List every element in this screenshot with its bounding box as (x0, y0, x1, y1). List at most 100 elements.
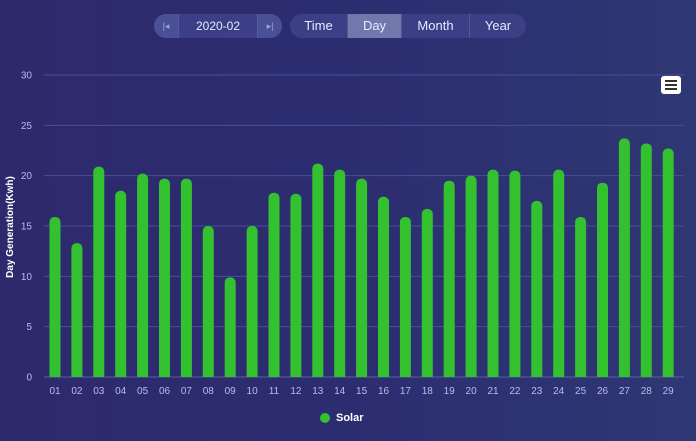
bar-base-12 (290, 372, 302, 377)
bar-base-14 (334, 372, 346, 377)
bar-03[interactable] (93, 166, 105, 377)
bar-15[interactable] (356, 178, 368, 377)
y-tick-label: 15 (21, 222, 33, 233)
y-tick-label: 25 (21, 121, 33, 132)
chart-area: 051015202530 01 02 03 04 05 06 07 08 09 10 11 12 13 1… (5, 71, 684, 397)
x-tick-label: 07 (181, 386, 193, 397)
y-tick-label: 5 (26, 322, 32, 333)
bar-base-01 (49, 372, 61, 377)
bar-base-19 (443, 372, 455, 377)
x-tick-label: 02 (71, 386, 83, 397)
bar-base-09 (224, 372, 236, 377)
bar-28[interactable] (640, 143, 652, 377)
bar-base-02 (71, 372, 83, 377)
x-tick-label: 10 (247, 386, 259, 397)
bar-26[interactable] (597, 182, 608, 377)
bar-base-20 (465, 372, 477, 377)
bar-base-28 (640, 372, 652, 377)
bar-base-16 (378, 372, 389, 377)
legend-swatch (320, 413, 330, 423)
bar-20[interactable] (465, 175, 477, 377)
bar-04[interactable] (115, 190, 127, 377)
x-tick-label: 19 (444, 386, 456, 397)
x-tick-label: 24 (553, 386, 565, 397)
y-axis-label: Day Generation(Kwh) (5, 176, 16, 278)
bar-base-15 (356, 372, 368, 377)
bar-base-22 (509, 372, 521, 377)
legend[interactable]: Solar (320, 411, 364, 425)
x-tick-label: 21 (487, 386, 499, 397)
x-tick-label: 06 (159, 386, 171, 397)
bar-02[interactable] (71, 243, 83, 377)
bar-05[interactable] (137, 173, 149, 377)
bar-22[interactable] (509, 170, 521, 377)
bar-base-13 (312, 372, 324, 377)
bar-base-03 (93, 372, 105, 377)
bar-13[interactable] (312, 163, 324, 377)
x-tick-label: 23 (531, 386, 543, 397)
bar-16[interactable] (378, 196, 389, 377)
x-tick-label: 16 (378, 386, 390, 397)
bar-25[interactable] (575, 216, 587, 377)
bar-base-23 (531, 372, 543, 377)
x-tick-label: 13 (312, 386, 324, 397)
x-tick-label: 26 (597, 386, 609, 397)
bar-06[interactable] (159, 178, 170, 377)
bar-base-11 (268, 372, 280, 377)
bar-base-29 (662, 372, 674, 377)
bar-18[interactable] (421, 208, 433, 377)
bar-23[interactable] (531, 200, 543, 377)
bar-base-24 (553, 372, 565, 377)
bar-base-10 (246, 372, 258, 377)
bar-base-08 (202, 372, 214, 377)
legend-label: Solar (336, 412, 364, 424)
bar-10[interactable] (246, 226, 258, 377)
x-tick-label: 29 (663, 386, 675, 397)
x-tick-label: 05 (137, 386, 149, 397)
x-tick-label: 27 (619, 386, 631, 397)
y-axis-ticks: 0 5 10 15 20 25 30 (21, 71, 33, 384)
bar-29[interactable] (662, 148, 674, 377)
x-tick-label: 22 (509, 386, 521, 397)
bar-17[interactable] (399, 216, 411, 377)
bar-12[interactable] (290, 193, 302, 377)
bar-base-17 (399, 372, 411, 377)
x-tick-label: 12 (290, 386, 302, 397)
y-tick-label: 20 (21, 171, 33, 182)
x-tick-label: 18 (422, 386, 434, 397)
x-axis-ticks: 01 02 03 04 05 06 07 08 09 10 11 12 13 14 15 16 17 18 19 20… (49, 386, 674, 397)
x-tick-label: 14 (334, 386, 346, 397)
bar-11[interactable] (268, 192, 280, 377)
bar-base-07 (180, 372, 192, 377)
bar-base-05 (137, 372, 149, 377)
x-tick-label: 03 (93, 386, 105, 397)
x-tick-label: 04 (115, 386, 127, 397)
bar-base-06 (159, 372, 170, 377)
bar-base-27 (618, 372, 630, 377)
bar-base-21 (487, 372, 499, 377)
y-tick-label: 0 (26, 373, 32, 384)
bar-09[interactable] (224, 277, 236, 377)
x-tick-label: 11 (269, 386, 280, 397)
bar-base-26 (597, 372, 608, 377)
bar-21[interactable] (487, 169, 499, 377)
bar-series (49, 138, 674, 377)
x-tick-label: 09 (225, 386, 237, 397)
y-tick-label: 10 (21, 272, 33, 283)
x-tick-label: 08 (203, 386, 215, 397)
bar-08[interactable] (202, 226, 214, 377)
x-tick-label: 17 (400, 386, 412, 397)
x-tick-label: 01 (49, 386, 61, 397)
x-tick-label: 28 (641, 386, 653, 397)
bar-27[interactable] (618, 138, 630, 377)
bar-24[interactable] (553, 169, 565, 377)
x-tick-label: 20 (466, 386, 478, 397)
bar-07[interactable] (180, 178, 192, 377)
bar-base-25 (575, 372, 587, 377)
bar-19[interactable] (443, 180, 455, 377)
y-tick-label: 30 (21, 71, 33, 82)
bar-01[interactable] (49, 216, 61, 377)
bar-14[interactable] (334, 169, 346, 377)
bar-base-18 (421, 372, 433, 377)
bar-base-04 (115, 372, 127, 377)
